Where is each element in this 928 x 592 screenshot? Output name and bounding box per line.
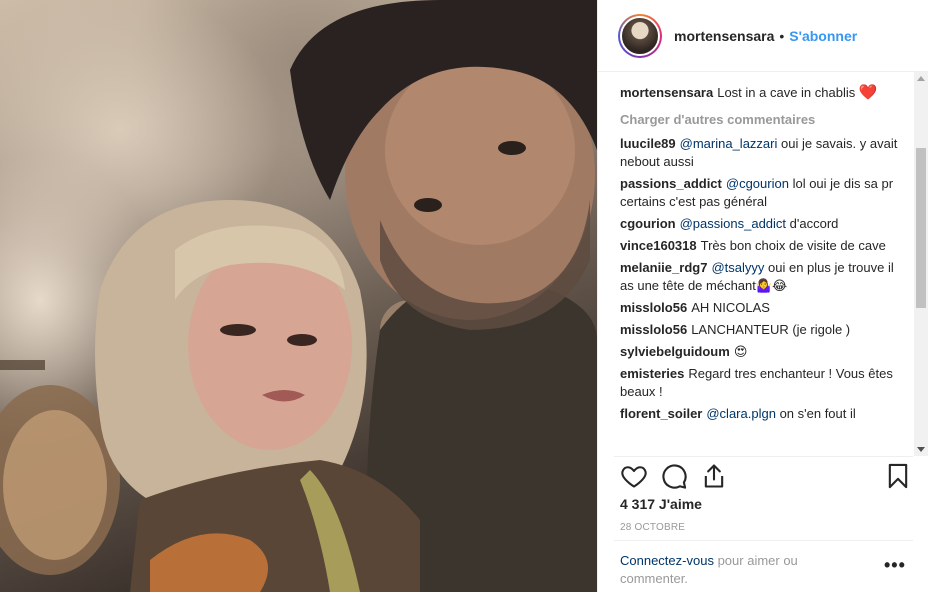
more-options-icon[interactable]: ••• — [884, 556, 906, 574]
comment-item: florent_soiler @clara.plgn on s'en fout i… — [620, 405, 911, 423]
comment-item: vince160318 Très bon choix de visite de c… — [620, 237, 911, 255]
caption-emoji: ❤️ — [858, 84, 878, 101]
comment-mention[interactable]: @clara.plgn — [706, 406, 776, 421]
comment-item: passions_addict @cgourion lol oui je dis … — [620, 175, 911, 211]
heart-icon[interactable] — [620, 462, 648, 490]
comment-text: AH NICOLAS — [691, 300, 770, 315]
load-more-comments-button[interactable]: Charger d'autres commentaires — [620, 111, 911, 129]
avatar[interactable] — [618, 13, 662, 58]
comment-username[interactable]: misslolo56 — [620, 322, 687, 337]
divider — [614, 540, 913, 541]
caption: mortensensara Lost in a cave in chablis ❤… — [620, 84, 911, 102]
comment-username[interactable]: sylviebelguidoum — [620, 344, 730, 359]
comment-item: emisteries Regard tres enchanteur ! Vous … — [620, 365, 911, 401]
caption-username[interactable]: mortensensara — [620, 85, 713, 100]
comment-username[interactable]: florent_soiler — [620, 406, 702, 421]
bookmark-icon[interactable] — [884, 462, 912, 490]
post-date[interactable]: 28 OCTOBRE — [620, 522, 685, 533]
comment-text: on s'en fout il — [779, 406, 856, 421]
comment-mention[interactable]: @tsalyyy — [711, 260, 764, 275]
post-photo[interactable] — [0, 0, 597, 592]
caption-text: Lost in a cave in chablis — [717, 85, 856, 100]
divider — [614, 456, 913, 457]
header-separator: • — [779, 27, 785, 44]
comment-item: misslolo56 LANCHANTEUR (je rigole ) — [620, 321, 911, 339]
comment-item: misslolo56 AH NICOLAS — [620, 299, 911, 317]
comment-mention[interactable]: @marina_lazzari — [680, 136, 778, 151]
comment-item: cgourion @passions_addict d'accord — [620, 215, 911, 233]
comment-item: luucile89 @marina_lazzari oui je savais. … — [620, 135, 911, 171]
comment-mention[interactable]: @passions_addict — [680, 216, 786, 231]
comment-username[interactable]: vince160318 — [620, 238, 697, 253]
comment-username[interactable]: emisteries — [620, 366, 684, 381]
login-link[interactable]: Connectez-vous — [620, 553, 714, 568]
comment-text: LANCHANTEUR (je rigole ) — [691, 322, 851, 337]
scroll-up-icon[interactable] — [917, 76, 925, 81]
header-username[interactable]: mortensensara — [674, 28, 774, 44]
comment-item: sylviebelguidoum 😍 — [620, 343, 911, 361]
comment-text: Très bon choix de visite de cave — [700, 238, 886, 253]
action-bar — [620, 462, 916, 492]
comment-username[interactable]: melaniie_rdg7 — [620, 260, 707, 275]
comment-username[interactable]: passions_addict — [620, 176, 722, 191]
login-prompt: Connectez-vous pour aimer ou commenter. — [620, 552, 860, 588]
comment-mention[interactable]: @cgourion — [726, 176, 789, 191]
likes-count[interactable]: 4 317 J'aime — [620, 496, 702, 512]
post-side-panel: mortensensara • S'abonner mortensensara L… — [597, 0, 928, 592]
comments-scrollbar[interactable] — [914, 72, 928, 456]
comment-username[interactable]: cgourion — [620, 216, 676, 231]
comment-item: melaniie_rdg7 @tsalyyy oui en plus je tro… — [620, 259, 911, 295]
comment-icon[interactable] — [660, 462, 688, 490]
comment-username[interactable]: misslolo56 — [620, 300, 687, 315]
scroll-down-icon[interactable] — [917, 447, 925, 452]
follow-button[interactable]: S'abonner — [789, 28, 857, 44]
share-icon[interactable] — [700, 462, 728, 490]
post-header: mortensensara • S'abonner — [598, 0, 928, 72]
comment-text: 😍 — [733, 344, 748, 359]
comment-username[interactable]: luucile89 — [620, 136, 676, 151]
comments-list: mortensensara Lost in a cave in chablis ❤… — [620, 84, 911, 454]
photo-illustration — [0, 0, 597, 592]
comment-text: d'accord — [789, 216, 839, 231]
scrollbar-thumb[interactable] — [916, 148, 926, 308]
